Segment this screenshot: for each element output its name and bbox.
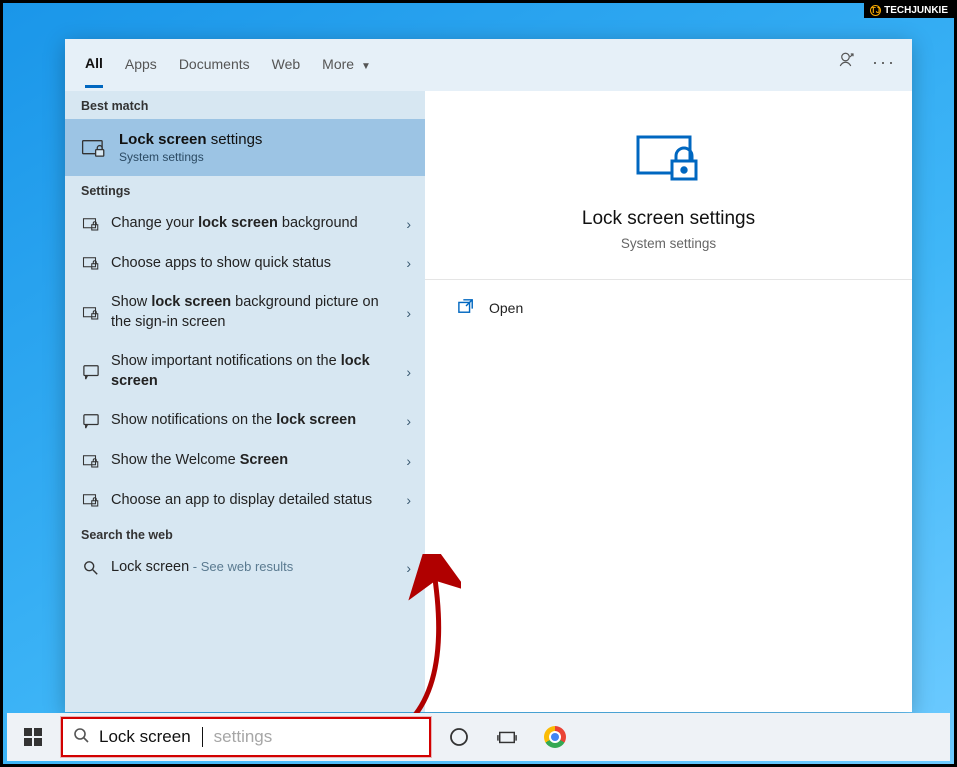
chevron-right-icon: › xyxy=(406,492,411,508)
best-match-subtitle: System settings xyxy=(119,150,262,164)
settings-result-row[interactable]: Show the Welcome Screen › xyxy=(65,441,425,481)
action-open-label: Open xyxy=(489,300,523,316)
search-icon xyxy=(81,560,101,576)
settings-row-icon xyxy=(81,364,101,380)
chevron-right-icon: › xyxy=(406,364,411,380)
tab-all[interactable]: All xyxy=(85,55,103,88)
settings-results-list: Change your lock screen background›Choos… xyxy=(65,204,425,520)
web-row-text: Lock screen - See web results xyxy=(111,558,396,578)
settings-row-text: Change your lock screen background xyxy=(111,214,396,234)
chevron-right-icon: › xyxy=(406,305,411,321)
best-match-title: Lock screen settings xyxy=(119,131,262,148)
open-icon xyxy=(457,298,475,317)
settings-row-icon xyxy=(81,255,101,271)
lock-screen-large-icon xyxy=(634,131,704,188)
section-web: Search the web xyxy=(65,520,425,548)
cortana-button[interactable] xyxy=(439,727,479,747)
search-flyout: All Apps Documents Web More ▼ ··· Best m… xyxy=(65,39,912,712)
start-button[interactable] xyxy=(13,717,53,757)
settings-result-row[interactable]: Show lock screen background picture on t… xyxy=(65,283,425,342)
search-icon xyxy=(73,727,89,748)
chevron-right-icon: › xyxy=(406,453,411,469)
preview-header: Lock screen settings System settings xyxy=(425,91,912,280)
settings-result-row[interactable]: Show notifications on the lock screen › xyxy=(65,401,425,441)
section-best-match: Best match xyxy=(65,91,425,119)
settings-row-icon xyxy=(81,413,101,429)
chevron-right-icon: › xyxy=(406,255,411,271)
tab-more-label: More xyxy=(322,56,354,72)
web-result-row[interactable]: Lock screen - See web results › xyxy=(65,548,425,588)
settings-row-text: Choose an app to display detailed status xyxy=(111,491,396,511)
text-cursor xyxy=(202,727,203,747)
task-view-button[interactable] xyxy=(487,727,527,747)
more-options-icon[interactable]: ··· xyxy=(872,52,896,73)
taskbar-search-input[interactable]: Lock screen settings xyxy=(61,717,431,757)
settings-result-row[interactable]: Choose apps to show quick status › xyxy=(65,244,425,284)
settings-result-row[interactable]: Change your lock screen background › xyxy=(65,204,425,244)
settings-result-row[interactable]: Choose an app to display detailed status… xyxy=(65,481,425,521)
search-typed-text: Lock screen xyxy=(99,727,191,747)
settings-row-icon xyxy=(81,453,101,469)
watermark: TJ TECHJUNKIE xyxy=(864,3,954,18)
section-settings: Settings xyxy=(65,176,425,204)
watermark-text: TECHJUNKIE xyxy=(884,5,948,16)
taskbar: Lock screen settings xyxy=(7,713,950,761)
chevron-down-icon: ▼ xyxy=(361,61,371,72)
web-results-list: Lock screen - See web results › xyxy=(65,548,425,588)
chevron-right-icon: › xyxy=(406,560,411,576)
lock-screen-icon xyxy=(81,138,107,158)
settings-result-row[interactable]: Show important notifications on the lock… xyxy=(65,342,425,401)
techjunkie-logo-icon: TJ xyxy=(870,5,881,16)
settings-row-text: Show the Welcome Screen xyxy=(111,451,396,471)
tab-apps[interactable]: Apps xyxy=(125,56,157,86)
settings-row-text: Show notifications on the lock screen xyxy=(111,411,396,431)
tab-documents[interactable]: Documents xyxy=(179,56,250,86)
settings-row-icon xyxy=(81,492,101,508)
settings-row-text: Show important notifications on the lock… xyxy=(111,352,396,391)
settings-row-icon xyxy=(81,305,101,321)
settings-row-icon xyxy=(81,216,101,232)
tab-web[interactable]: Web xyxy=(272,56,301,86)
action-open[interactable]: Open xyxy=(425,280,912,335)
preview-subtitle: System settings xyxy=(621,236,716,251)
chevron-right-icon: › xyxy=(406,413,411,429)
tab-more[interactable]: More ▼ xyxy=(322,56,371,86)
chrome-icon xyxy=(544,726,566,748)
settings-row-text: Show lock screen background picture on t… xyxy=(111,293,396,332)
feedback-icon[interactable] xyxy=(838,51,856,74)
best-match-result[interactable]: Lock screen settings System settings xyxy=(65,119,425,176)
chrome-taskbar-icon[interactable] xyxy=(535,726,575,748)
search-suggestion-ghost: settings xyxy=(214,727,273,747)
chevron-right-icon: › xyxy=(406,216,411,232)
settings-row-text: Choose apps to show quick status xyxy=(111,254,396,274)
preview-title: Lock screen settings xyxy=(582,208,755,230)
